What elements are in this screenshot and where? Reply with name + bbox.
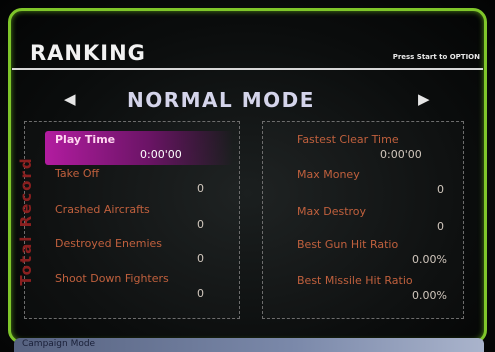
stat-max-destroy-label[interactable]: Max Destroy xyxy=(297,205,366,218)
stat-max-money-label[interactable]: Max Money xyxy=(297,168,360,181)
game-screen: RANKING Press Start to OPTION ◀ NORMAL M… xyxy=(0,0,495,352)
stat-shoot-down-label[interactable]: Shoot Down Fighters xyxy=(55,272,169,285)
stat-play-time-label[interactable]: Play Time xyxy=(55,133,115,146)
stat-fastest-clear-label[interactable]: Fastest Clear Time xyxy=(297,133,399,146)
arrow-left-icon[interactable]: ◀ xyxy=(64,90,76,108)
stat-fastest-clear-value: 0:00'00 xyxy=(380,148,422,161)
page-title: RANKING xyxy=(30,41,146,65)
stat-max-money-value: 0 xyxy=(437,183,444,196)
stat-take-off-label[interactable]: Take Off xyxy=(55,167,99,180)
arrow-right-icon[interactable]: ▶ xyxy=(418,90,430,108)
side-label: Total Record xyxy=(17,156,35,286)
stat-destroyed-value: 0 xyxy=(197,252,204,265)
stat-gun-ratio-value: 0.00% xyxy=(412,253,447,266)
stat-take-off-value: 0 xyxy=(197,182,204,195)
stat-destroyed-label[interactable]: Destroyed Enemies xyxy=(55,237,162,250)
header-divider xyxy=(12,68,483,70)
mode-selector[interactable]: ◀ NORMAL MODE ▶ xyxy=(0,88,495,114)
footer-label: Campaign Mode xyxy=(22,339,96,349)
stat-missile-ratio-label[interactable]: Best Missile Hit Ratio xyxy=(297,274,413,287)
stat-max-destroy-value: 0 xyxy=(437,220,444,233)
stat-play-time-value: 0:00'00 xyxy=(140,148,182,161)
mode-label: NORMAL MODE xyxy=(127,88,315,112)
stat-shoot-down-value: 0 xyxy=(197,287,204,300)
stat-crashed-label[interactable]: Crashed Aircrafts xyxy=(55,203,150,216)
stat-gun-ratio-label[interactable]: Best Gun Hit Ratio xyxy=(297,238,398,251)
stat-missile-ratio-value: 0.00% xyxy=(412,289,447,302)
start-hint: Press Start to OPTION xyxy=(392,53,480,61)
stat-crashed-value: 0 xyxy=(197,218,204,231)
